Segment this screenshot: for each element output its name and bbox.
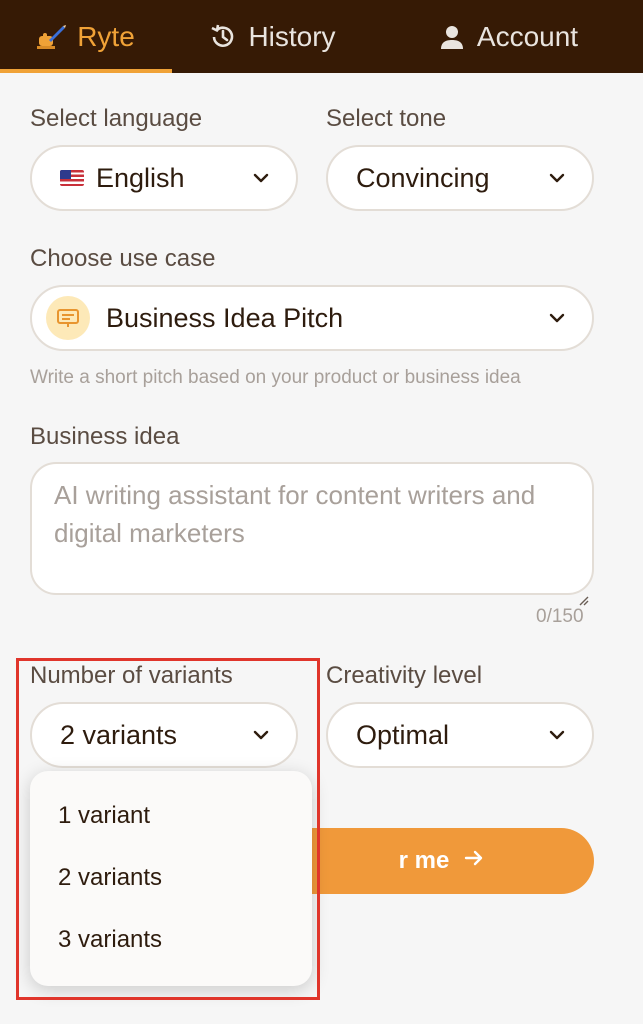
tab-account[interactable]: Account — [372, 0, 643, 73]
chevron-down-icon — [252, 726, 270, 744]
use-case-hint: Write a short pitch based on your produc… — [30, 367, 521, 388]
creativity-label: Creativity level — [326, 662, 483, 689]
writing-hand-icon — [37, 22, 67, 52]
use-case-value: Business Idea Pitch — [106, 302, 344, 333]
creativity-select[interactable]: Optimal — [326, 702, 594, 768]
tone-label: Select tone — [326, 105, 447, 132]
variant-option-2[interactable]: 2 variants — [30, 847, 312, 909]
tab-account-label: Account — [476, 20, 579, 52]
language-label: Select language — [30, 105, 203, 132]
business-idea-textarea[interactable]: AI writing assistant for content writers… — [30, 462, 594, 606]
language-value: English — [96, 162, 185, 193]
arrow-right-icon — [463, 847, 485, 876]
character-counter: 0/150 — [536, 606, 584, 627]
variant-option-3[interactable]: 3 variants — [30, 909, 312, 971]
variant-option-1[interactable]: 1 variant — [30, 785, 312, 847]
variants-dropdown-menu: 1 variant 2 variants 3 variants — [30, 771, 312, 986]
chevron-down-icon — [548, 169, 566, 187]
use-case-select[interactable]: Business Idea Pitch — [30, 285, 594, 351]
variants-select[interactable]: 2 variants — [30, 702, 298, 768]
tab-ryte[interactable]: Ryte — [0, 0, 172, 73]
tab-history-label: History — [248, 20, 336, 52]
business-idea-placeholder: AI writing assistant for content writers… — [54, 480, 536, 548]
language-select[interactable]: English — [30, 145, 298, 211]
resize-handle-icon[interactable] — [577, 578, 589, 606]
tone-select[interactable]: Convincing — [326, 145, 594, 211]
user-icon — [437, 22, 467, 52]
chevron-down-icon — [548, 309, 566, 327]
business-idea-label: Business idea — [30, 423, 180, 450]
tab-history[interactable]: History — [172, 0, 372, 73]
us-flag-icon — [60, 170, 84, 186]
use-case-label: Choose use case — [30, 245, 216, 272]
top-nav: Ryte History Account — [0, 0, 643, 73]
presentation-icon — [46, 296, 90, 340]
chevron-down-icon — [548, 726, 566, 744]
tone-value: Convincing — [356, 162, 490, 193]
creativity-value: Optimal — [356, 719, 450, 750]
write-for-me-label: r me — [398, 847, 450, 874]
variants-value: 2 variants — [60, 719, 178, 750]
chevron-down-icon — [252, 169, 270, 187]
variants-label: Number of variants — [30, 662, 233, 689]
tab-ryte-label: Ryte — [77, 20, 135, 52]
history-icon — [208, 22, 238, 52]
